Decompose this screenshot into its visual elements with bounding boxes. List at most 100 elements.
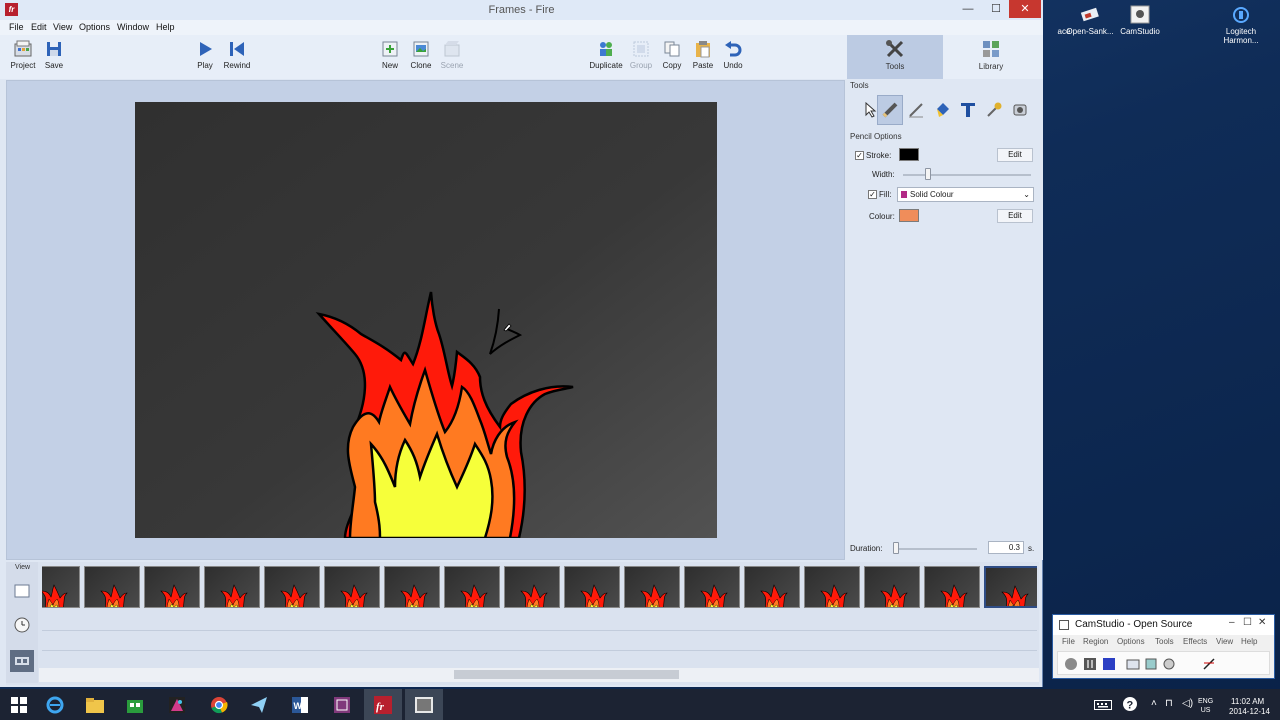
timeline-frame[interactable] [144, 566, 200, 608]
timeline-frame[interactable] [924, 566, 980, 608]
duration-slider-thumb[interactable] [893, 542, 899, 554]
stroke-checkbox[interactable]: ✓ [855, 151, 864, 160]
timeline-frame[interactable] [384, 566, 440, 608]
timeline-frame[interactable] [984, 566, 1037, 608]
scene-button[interactable]: Scene [435, 38, 469, 76]
keyboard-icon[interactable] [1094, 700, 1112, 710]
timeline-frame[interactable] [264, 566, 320, 608]
start-button[interactable] [0, 689, 38, 720]
network-icon[interactable]: ⊓ [1165, 698, 1173, 709]
clock-date[interactable]: 2014-12-14 [1229, 707, 1270, 716]
menu-file[interactable]: File [9, 22, 24, 32]
record-icon[interactable] [1064, 657, 1078, 671]
options-icon[interactable] [1144, 657, 1158, 671]
taskbar-internet-explorer[interactable] [36, 689, 74, 720]
scrollbar-thumb[interactable] [454, 670, 679, 679]
minimize-button[interactable]: — [955, 0, 981, 18]
width-slider-thumb[interactable] [924, 168, 931, 180]
timeline-frame[interactable] [864, 566, 920, 608]
menu-edit[interactable]: Edit [31, 22, 47, 32]
title-bar[interactable]: fr Frames - Fire — ☐ ✕ [0, 0, 1043, 20]
taskbar-word[interactable]: W [281, 689, 319, 720]
stroke-color-swatch[interactable] [899, 148, 919, 161]
new-frame-button[interactable]: New [373, 38, 407, 76]
volume-icon[interactable]: ◁) [1182, 698, 1193, 709]
camstudio-menu-tools[interactable]: Tools [1155, 637, 1174, 646]
camstudio-menu-file[interactable]: File [1062, 637, 1075, 646]
taskbar-frames[interactable]: fr [364, 689, 402, 720]
menu-view[interactable]: View [53, 22, 72, 32]
text-tool[interactable] [955, 95, 981, 125]
play-button[interactable]: Play [188, 38, 222, 76]
timeline-frame[interactable] [84, 566, 140, 608]
stop-icon[interactable] [1102, 657, 1116, 671]
camstudio-menu-view[interactable]: View [1216, 637, 1233, 646]
taskbar-chrome[interactable] [200, 689, 238, 720]
language-indicator[interactable]: ENG US [1198, 697, 1213, 715]
fill-type-select[interactable]: Solid Colour ⌄ [897, 187, 1034, 202]
taskbar-store[interactable] [116, 689, 154, 720]
eyedropper-tool[interactable] [981, 95, 1007, 125]
close-button[interactable]: ✕ [1009, 0, 1041, 18]
menu-window[interactable]: Window [117, 22, 149, 32]
timeline-frame[interactable] [804, 566, 860, 608]
timeline-frame[interactable] [744, 566, 800, 608]
timeline-frame[interactable] [324, 566, 380, 608]
duplicate-button[interactable]: Duplicate [589, 38, 623, 76]
paste-button[interactable]: Paste [686, 38, 720, 76]
timeline-frame[interactable] [564, 566, 620, 608]
pause-icon[interactable] [1083, 657, 1097, 671]
pen-tool[interactable] [903, 95, 929, 125]
drawing-canvas[interactable] [135, 102, 717, 538]
camstudio-menu-region[interactable]: Region [1083, 637, 1108, 646]
maximize-button[interactable]: ☐ [983, 0, 1009, 18]
chevron-up-icon[interactable]: ˄ [1151, 698, 1157, 709]
camstudio-minimize-button[interactable]: – [1229, 615, 1235, 631]
camstudio-close-button[interactable]: ✕ [1258, 615, 1266, 631]
taskbar-camstudio[interactable] [405, 689, 443, 720]
group-button[interactable]: Group [624, 38, 658, 76]
tab-tools[interactable]: Tools [847, 35, 943, 79]
timeline-scrollbar[interactable] [39, 668, 1039, 682]
pencil-tool[interactable] [877, 95, 903, 125]
fill-tool[interactable] [929, 95, 955, 125]
timeline-frame[interactable] [204, 566, 260, 608]
rewind-button[interactable]: Rewind [220, 38, 254, 76]
desktop-item-logitech[interactable]: Logitech Harmon... [1213, 5, 1269, 45]
taskbar-file-explorer[interactable] [76, 689, 114, 720]
camstudio-menu-options[interactable]: Options [1117, 637, 1145, 646]
swf-icon[interactable] [1162, 657, 1176, 671]
tab-library[interactable]: Library [943, 35, 1039, 79]
region-icon[interactable] [1126, 657, 1140, 671]
duration-slider-track[interactable] [893, 548, 977, 550]
timeline-frame[interactable] [42, 566, 80, 608]
desktop-item-open-sankore[interactable]: Open-Sank... [1062, 5, 1118, 36]
camstudio-menu-help[interactable]: Help [1241, 637, 1257, 646]
copy-button[interactable]: Copy [655, 38, 689, 76]
fill-color-swatch[interactable] [899, 209, 919, 222]
undo-button[interactable]: Undo [716, 38, 750, 76]
save-button[interactable]: Save [37, 38, 71, 76]
project-button[interactable]: Project [6, 38, 40, 76]
filmstrip-view-button[interactable] [10, 650, 34, 672]
stroke-edit-button[interactable]: Edit [997, 148, 1033, 162]
menu-help[interactable]: Help [156, 22, 175, 32]
colour-edit-button[interactable]: Edit [997, 209, 1033, 223]
timeline-frame[interactable] [444, 566, 500, 608]
stamp-tool[interactable] [1007, 95, 1033, 125]
clock-time[interactable]: 11:02 AM [1231, 697, 1264, 706]
camstudio-menu-effects[interactable]: Effects [1183, 637, 1207, 646]
taskbar-paper-plane[interactable] [240, 689, 278, 720]
camstudio-title-bar[interactable]: CamStudio - Open Source – ☐ ✕ [1053, 615, 1274, 635]
fill-checkbox[interactable]: ✓ [868, 190, 877, 199]
taskbar-game[interactable] [158, 689, 196, 720]
timeline-frame[interactable] [684, 566, 740, 608]
help-icon[interactable]: ? [1122, 696, 1138, 712]
clone-button[interactable]: Clone [404, 38, 438, 76]
taskbar-onenote[interactable] [323, 689, 361, 720]
annotate-icon[interactable] [1202, 657, 1216, 671]
width-slider-track[interactable] [903, 174, 1031, 176]
menu-options[interactable]: Options [79, 22, 110, 32]
camstudio-maximize-button[interactable]: ☐ [1243, 615, 1252, 631]
clock-view-button[interactable] [10, 614, 34, 636]
